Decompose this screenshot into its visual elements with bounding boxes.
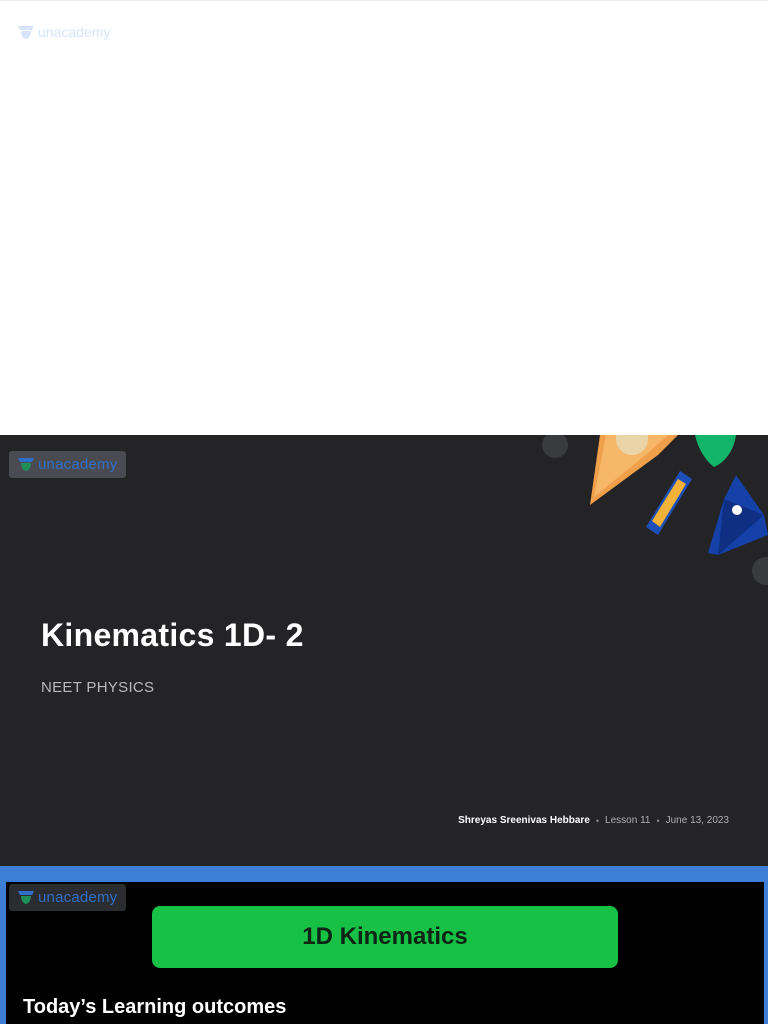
title-slide: unacademy Kinematics 1D- 2 NEET PHYSICS …: [0, 435, 768, 866]
meta-separator: •: [656, 815, 660, 826]
lesson-number: Lesson 11: [605, 815, 651, 826]
unacademy-logo-icon: [18, 458, 34, 471]
author-name: Shreyas Sreenivas Hebbare: [458, 815, 590, 826]
decorative-stationery-illustration: [542, 435, 768, 585]
topic-banner: 1D Kinematics: [152, 906, 618, 968]
unacademy-logo: unacademy: [17, 24, 110, 40]
learning-outcomes-heading: Today’s Learning outcomes: [23, 996, 287, 1018]
slide-meta: Shreyas Sreenivas Hebbare • Lesson 11 • …: [458, 815, 729, 826]
logo-text: unacademy: [38, 24, 111, 40]
logo-text: unacademy: [38, 889, 118, 906]
unacademy-logo: unacademy: [9, 451, 126, 478]
slide-subtitle: NEET PHYSICS: [41, 679, 155, 696]
lesson-slide: unacademy 1D Kinematics Today’s Learning…: [0, 866, 768, 1024]
topic-banner-text: 1D Kinematics: [302, 923, 468, 950]
unacademy-logo-icon: [18, 25, 34, 39]
slide-viewer: unacademy unacademy Kinematics 1D- 2 NEE: [0, 0, 768, 1024]
slide-title: Kinematics 1D- 2: [41, 617, 304, 653]
unacademy-logo: unacademy: [9, 884, 126, 911]
blank-slide: unacademy: [0, 0, 768, 435]
logo-text: unacademy: [38, 456, 118, 473]
lesson-date: June 13, 2023: [665, 815, 729, 826]
lesson-slide-content: unacademy 1D Kinematics Today’s Learning…: [6, 882, 764, 1024]
unacademy-logo-icon: [18, 891, 34, 904]
meta-separator: •: [595, 815, 600, 826]
